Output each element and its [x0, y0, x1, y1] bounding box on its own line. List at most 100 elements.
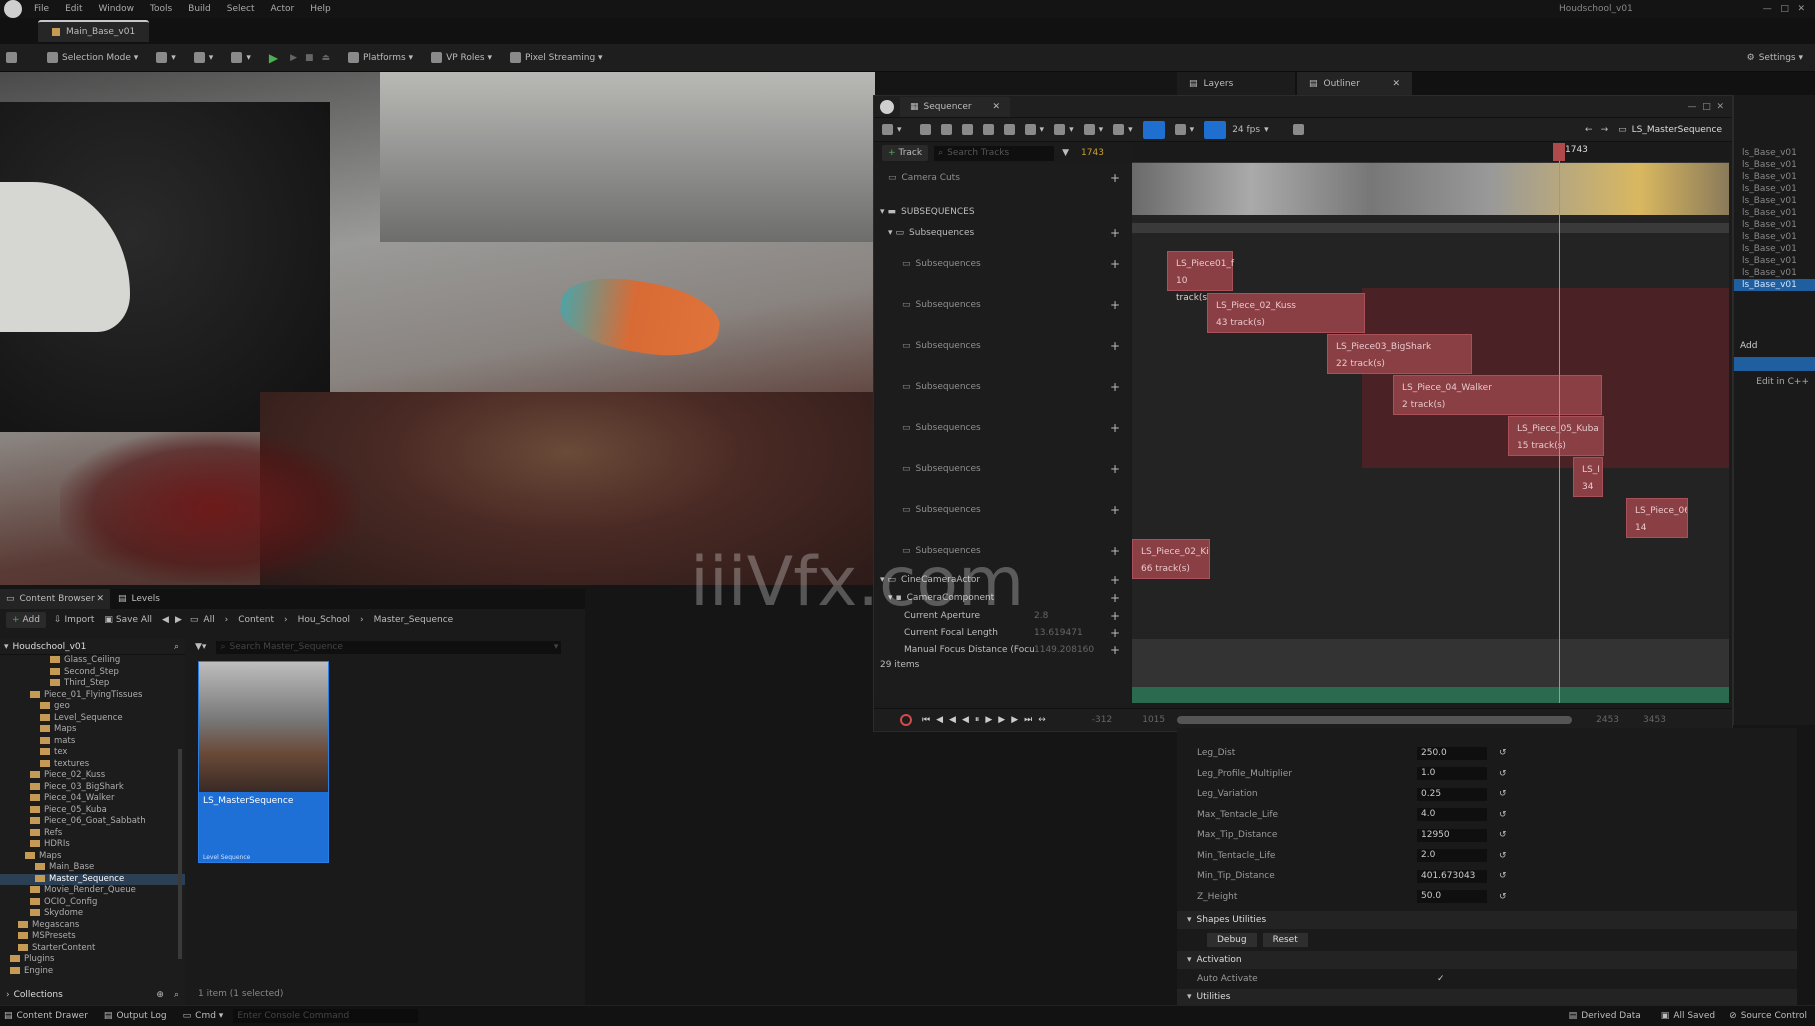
- asset-search-input[interactable]: ⌕ Search Master_Sequence ▾: [216, 640, 562, 654]
- outliner-item[interactable]: ls_Base_v01: [1734, 183, 1815, 195]
- eject-icon[interactable]: ⏏: [322, 53, 331, 63]
- blueprint-button[interactable]: ▾: [188, 49, 220, 67]
- history-forward-icon[interactable]: ▶: [175, 615, 182, 625]
- tab-levels[interactable]: ▤ Levels: [110, 589, 168, 609]
- track-subsequence[interactable]: ▭ Subsequences +: [874, 366, 1130, 407]
- track-subsequence[interactable]: ▭ Subsequences +: [874, 325, 1130, 366]
- camera-cuts-thumbnails[interactable]: [1132, 163, 1729, 215]
- section-shapes-utilities[interactable]: ▾ Shapes Utilities: [1177, 911, 1797, 929]
- tab-content-browser[interactable]: ▭ Content Browser ✕: [0, 589, 110, 609]
- close-icon[interactable]: ✕: [96, 594, 104, 604]
- menu-select[interactable]: Select: [227, 4, 255, 14]
- edit-cpp-link[interactable]: Edit in C++: [1734, 377, 1815, 387]
- tree-item[interactable]: mats: [0, 736, 185, 748]
- add-component-button[interactable]: Add: [1740, 341, 1815, 351]
- reset-button[interactable]: Reset: [1262, 933, 1308, 947]
- tree-item[interactable]: Main_Base: [0, 862, 185, 874]
- property-value-input[interactable]: 12950: [1417, 828, 1487, 842]
- forward-arrow-icon[interactable]: →: [1601, 125, 1609, 135]
- track-subsequence[interactable]: ▭ Subsequences +: [874, 448, 1130, 489]
- track-subsequence[interactable]: ▭ Subsequences +: [874, 284, 1130, 325]
- view-end[interactable]: 3453: [1643, 715, 1666, 725]
- save-icon[interactable]: [919, 124, 931, 135]
- section-piece-05[interactable]: LS_Piece_05_Kuba 15 track(s): [1508, 416, 1604, 456]
- transport-controls[interactable]: ⏮◀◀◀⏸▶▶▶⏭↔: [922, 715, 1052, 725]
- section-utilities[interactable]: ▾ Utilities: [1177, 989, 1797, 1005]
- window-controls[interactable]: — □ ✕: [1763, 4, 1805, 14]
- import-button[interactable]: ⇩ Import: [54, 615, 94, 625]
- filter-icon[interactable]: ▼▾: [195, 642, 206, 652]
- tree-item[interactable]: Piece_04_Walker: [0, 793, 185, 805]
- document-tab[interactable]: Main_Base_v01: [38, 20, 150, 42]
- breadcrumb-all[interactable]: All: [203, 615, 214, 625]
- track-subsequences-group[interactable]: ▾ ▭ Subsequences +: [874, 223, 1130, 243]
- close-icon[interactable]: ✕: [1392, 79, 1400, 89]
- playhead-marker[interactable]: [1553, 143, 1565, 161]
- tree-item[interactable]: HDRIs: [0, 839, 185, 851]
- timeline-area[interactable]: LS_Piece01_f 10 track(s) LS_Piece_02_Kuss…: [1132, 143, 1729, 703]
- add-icon[interactable]: +: [1110, 298, 1120, 312]
- menu-tools[interactable]: Tools: [150, 4, 172, 14]
- eye-icon[interactable]: [1054, 124, 1066, 135]
- camera-key-track[interactable]: [1132, 687, 1729, 703]
- add-icon[interactable]: +: [1110, 339, 1120, 353]
- track-property[interactable]: Current Focal Length 13.619471 +: [874, 624, 1130, 641]
- track-subsequence[interactable]: ▭ Subsequences +: [874, 407, 1130, 448]
- outliner-item[interactable]: ls_Base_v01: [1734, 147, 1815, 159]
- sequence-name[interactable]: LS_MasterSequence: [1632, 125, 1722, 135]
- back-arrow-icon[interactable]: ←: [1585, 125, 1593, 135]
- tree-item[interactable]: Piece_02_Kuss: [0, 770, 185, 782]
- section-piece-02[interactable]: LS_Piece_02_Kuss 43 track(s): [1207, 293, 1365, 333]
- outliner-item-selected[interactable]: ls_Base_v01: [1734, 279, 1815, 291]
- menu-file[interactable]: File: [34, 4, 49, 14]
- camera-icon[interactable]: [982, 124, 994, 135]
- record-icon[interactable]: [900, 713, 912, 726]
- tree-item[interactable]: Third_Step: [0, 678, 185, 690]
- collections-header[interactable]: › Collections ⊕ ⌕: [0, 985, 185, 1005]
- tree-item[interactable]: StarterContent: [0, 943, 185, 955]
- level-viewport[interactable]: [0, 72, 875, 585]
- tree-item[interactable]: OCIO_Config: [0, 897, 185, 909]
- add-icon[interactable]: +: [1110, 462, 1120, 476]
- section-piece-03[interactable]: LS_Piece03_BigShark 22 track(s): [1327, 334, 1472, 374]
- outliner-item[interactable]: ls_Base_v01: [1734, 195, 1815, 207]
- track-subsequence[interactable]: ▭ Subsequences +: [874, 243, 1130, 284]
- playhead-line[interactable]: [1559, 143, 1560, 703]
- tree-item[interactable]: Level_Sequence: [0, 713, 185, 725]
- property-value-input[interactable]: 50.0: [1417, 890, 1487, 904]
- breadcrumb-master-sequence[interactable]: Master_Sequence: [374, 615, 454, 625]
- tree-item[interactable]: MSPresets: [0, 931, 185, 943]
- section-activation[interactable]: ▾ Activation: [1177, 951, 1797, 969]
- window-controls[interactable]: — □ ✕: [1688, 102, 1725, 112]
- reset-icon[interactable]: ↺: [1499, 871, 1507, 881]
- outliner-item[interactable]: ls_Base_v01: [1734, 219, 1815, 231]
- settings-dropdown[interactable]: ⚙ Settings ▾: [1741, 49, 1809, 67]
- cinematics-button[interactable]: ▾: [225, 49, 257, 67]
- content-drawer-button[interactable]: ▤ Content Drawer: [4, 1011, 88, 1021]
- key-icon[interactable]: [1083, 124, 1095, 135]
- tree-item[interactable]: Second_Step: [0, 667, 185, 679]
- add-icon[interactable]: +: [1110, 380, 1120, 394]
- current-frame[interactable]: 1743: [1081, 148, 1104, 158]
- save-icon[interactable]: [6, 52, 17, 63]
- property-value-input[interactable]: 0.25: [1417, 787, 1487, 801]
- outliner-item[interactable]: ls_Base_v01: [1734, 231, 1815, 243]
- add-button[interactable]: + Add: [6, 612, 46, 628]
- tree-item[interactable]: geo: [0, 701, 185, 713]
- tree-item[interactable]: Movie_Render_Queue: [0, 885, 185, 897]
- reset-icon[interactable]: ↺: [1499, 769, 1507, 779]
- tree-item[interactable]: textures: [0, 759, 185, 771]
- add-collection-icon[interactable]: ⊕: [156, 990, 164, 1000]
- add-icon[interactable]: +: [1110, 421, 1120, 435]
- section-piece-06a[interactable]: LS_I34 track(s): [1573, 457, 1603, 497]
- tree-item[interactable]: Megascans: [0, 920, 185, 932]
- add-key-icon[interactable]: +: [1110, 626, 1120, 640]
- menu-window[interactable]: Window: [99, 4, 135, 14]
- tree-item[interactable]: Maps: [0, 851, 185, 863]
- tree-item[interactable]: Glass_Ceiling: [0, 655, 185, 667]
- track-property[interactable]: Manual Focus Distance (Focus 1149.208160 +: [874, 641, 1130, 658]
- transform-icon[interactable]: [1003, 124, 1015, 135]
- tree-item[interactable]: Piece_06_Goat_Sabbath: [0, 816, 185, 828]
- outliner-item[interactable]: ls_Base_v01: [1734, 243, 1815, 255]
- history-back-icon[interactable]: ◀: [162, 615, 169, 625]
